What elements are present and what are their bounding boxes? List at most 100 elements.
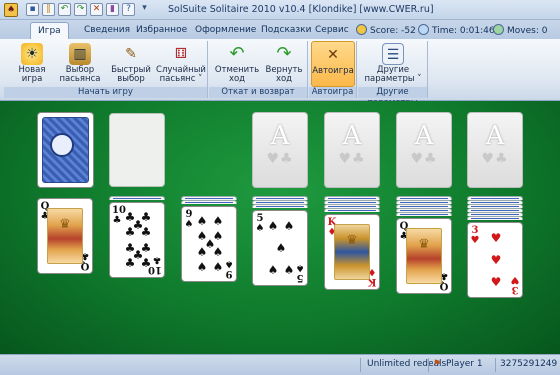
tab-favorites[interactable]: Избранное <box>129 22 194 39</box>
hidden-card <box>467 216 523 220</box>
crown-icon: ♛ <box>346 233 358 248</box>
suit-pip: ♠ <box>196 260 208 275</box>
suit-pip: ♥ <box>490 230 502 245</box>
tableau-card-6[interactable]: Q ♣ Q ♣ ♛ <box>396 218 452 294</box>
choose-solitaire-label-2: пасьянса <box>59 74 101 84</box>
ribbon-tabs: Игра Сведения Избранное Оформление Подск… <box>0 20 560 39</box>
suit-pip: ♣ <box>140 225 152 240</box>
other-settings-label-2: параметры ˅ <box>364 74 422 84</box>
hidden-card <box>252 204 308 208</box>
waste-pile[interactable] <box>109 113 165 187</box>
suit-pip: ♠ <box>212 244 224 259</box>
save-icon[interactable]: ▪ <box>26 3 39 16</box>
tableau-card-3[interactable]: 9 ♠ 9 ♠ ♠ ♠ ♠ ♠ ♠ ♠ ♠ ♠ ♠ <box>181 206 237 282</box>
foundation-2[interactable]: A ♥♣ <box>324 112 380 188</box>
hidden-card <box>109 196 165 200</box>
suit-pip: ♠ <box>283 263 295 278</box>
status-bar: Unlimited redeals ⚑ Player 1 3275291249 <box>0 354 560 375</box>
crown-icon: ♛ <box>59 217 71 232</box>
customize-quick-access-icon[interactable]: ▾ <box>140 3 149 16</box>
autoplay-button[interactable]: ✕ Автоигра <box>311 41 355 87</box>
card-index-bottom: 9 ♠ <box>224 258 234 279</box>
group-label-start-game: Начать игру <box>4 87 207 98</box>
stats-icon[interactable]: ▮ <box>106 3 119 16</box>
foundation-4-suits: ♥♣ <box>481 151 509 167</box>
suit-pip: ♥ <box>490 275 502 290</box>
star-icon <box>356 24 367 35</box>
tools-icon[interactable]: ✕ <box>90 3 103 16</box>
foundation-3-rank: A <box>414 121 434 151</box>
help-icon[interactable]: ? <box>122 3 135 16</box>
hidden-card <box>324 208 380 212</box>
undo-icon: ↶ <box>229 43 245 64</box>
tableau-card-7[interactable]: 3 ♥ 3 ♥ ♥ ♥ ♥ <box>467 222 523 298</box>
title-bar: ♠ ▪ ‖ ↶ ↷ ✕ ▮ ? ▾ SolSuite Solitaire 201… <box>0 0 560 20</box>
window-title: SolSuite Solitaire 2010 v10.4 [Klondike]… <box>168 4 434 15</box>
app-icon[interactable]: ♠ <box>4 3 18 17</box>
tableau-card-4[interactable]: 5 ♠ 5 ♠ ♠ ♠ ♠ ♠ ♠ <box>252 210 308 286</box>
group-autoplay: ✕ Автоигра Автоигра <box>309 41 357 98</box>
suit-pip: ♣ <box>140 256 152 271</box>
card-back-emblem <box>50 133 74 157</box>
undo-button[interactable]: ↶ Отменить ход <box>213 41 261 87</box>
card-index-top: 9 ♠ <box>184 209 194 230</box>
suit-pip: ♣ <box>124 225 136 240</box>
group-label-other-settings: Другие параметры <box>358 87 427 108</box>
suit-pip: ♠ <box>283 218 295 233</box>
autoplay-icon: ✕ <box>327 47 339 63</box>
quick-select-button[interactable]: ✎ Быстрый выбор <box>108 41 154 87</box>
time-text: Time: 0:01:46 <box>432 26 495 36</box>
group-other-settings: ☰ Другие параметры ˅ Другие параметры <box>358 41 428 108</box>
new-game-label-2: игра <box>21 74 43 84</box>
tableau-card-5[interactable]: K ♦ K ♦ ♛ <box>324 214 380 290</box>
game-table: A ♥♣ A ♥♣ A ♥♣ A ♥♣ Q ♣ Q ♣ ♛ 10 ♣ 10 ♣ ♣ ♣ ♣ ♣ ♣ ♣ ♣ ♣ ♣… <box>0 101 560 354</box>
redo-quick-icon[interactable]: ↷ <box>74 3 87 16</box>
hidden-card <box>181 200 237 204</box>
foundation-3[interactable]: A ♥♣ <box>396 112 452 188</box>
pause-icon[interactable]: ‖ <box>42 3 55 16</box>
suit-pip: ♠ <box>275 241 287 255</box>
group-label-autoplay: Автоигра <box>309 87 356 98</box>
stock-pile[interactable] <box>37 112 94 188</box>
moves-readout: Moves: 0 <box>493 24 547 36</box>
flag-icon: ⚑ <box>433 359 442 369</box>
score-text: Score: -52 <box>370 26 416 36</box>
king-portrait: ♛ <box>334 224 370 280</box>
suit-pip: ♥ <box>490 253 502 267</box>
queen-portrait: ♛ <box>406 228 442 284</box>
foundation-2-suits: ♥♣ <box>338 151 366 167</box>
card-index-bottom: 5 ♠ <box>295 262 305 283</box>
undo-quick-icon[interactable]: ↶ <box>58 3 71 16</box>
moves-text: Moves: 0 <box>507 26 548 36</box>
new-game-button[interactable]: ☀ Новая игра <box>10 41 54 87</box>
quick-select-label-2: выбор <box>117 74 145 84</box>
dice-icon: ⚅ <box>174 46 188 62</box>
crown-icon: ♛ <box>418 237 430 252</box>
tab-service[interactable]: Сервис <box>308 22 356 39</box>
foundation-4[interactable]: A ♥♣ <box>467 112 523 188</box>
card-index-bottom: 10 ♣ <box>148 254 162 275</box>
suit-pip: ♠ <box>267 218 279 233</box>
redo-label-2: ход <box>275 74 293 84</box>
card-index-top: 3 ♥ <box>470 225 480 246</box>
tableau-card-1[interactable]: Q ♣ Q ♣ ♛ <box>37 198 93 274</box>
card-index-bottom: 3 ♥ <box>510 274 520 295</box>
group-label-undo-redo: Откат и возврат <box>209 87 307 98</box>
choose-solitaire-button[interactable]: ▥ Выбор пасьянса <box>56 41 104 87</box>
foundation-1-rank: A <box>270 121 290 151</box>
suit-pip: ♠ <box>212 213 224 228</box>
settings-icon: ☰ <box>382 43 404 65</box>
redo-button[interactable]: ↷ Вернуть ход <box>263 41 305 87</box>
tab-game[interactable]: Игра <box>30 22 69 39</box>
tableau-card-2[interactable]: 10 ♣ 10 ♣ ♣ ♣ ♣ ♣ ♣ ♣ ♣ ♣ ♣ ♣ <box>109 202 165 278</box>
tab-appearance[interactable]: Оформление <box>188 22 263 39</box>
foundation-1[interactable]: A ♥♣ <box>252 112 308 188</box>
other-settings-button[interactable]: ☰ Другие параметры ˅ <box>362 41 424 87</box>
sun-icon: ☀ <box>21 43 43 65</box>
suit-pip: ♣ <box>124 256 136 271</box>
player-status: Player 1 <box>446 359 483 369</box>
card-index-top: 10 ♣ <box>112 205 126 226</box>
random-solitaire-label-2: пасьянс ˅ <box>159 74 203 84</box>
ribbon: ☀ Новая игра ▥ Выбор пасьянса ✎ Быстрый … <box>0 39 560 108</box>
random-solitaire-button[interactable]: ⚅ Случайный пасьянс ˅ <box>156 41 206 87</box>
